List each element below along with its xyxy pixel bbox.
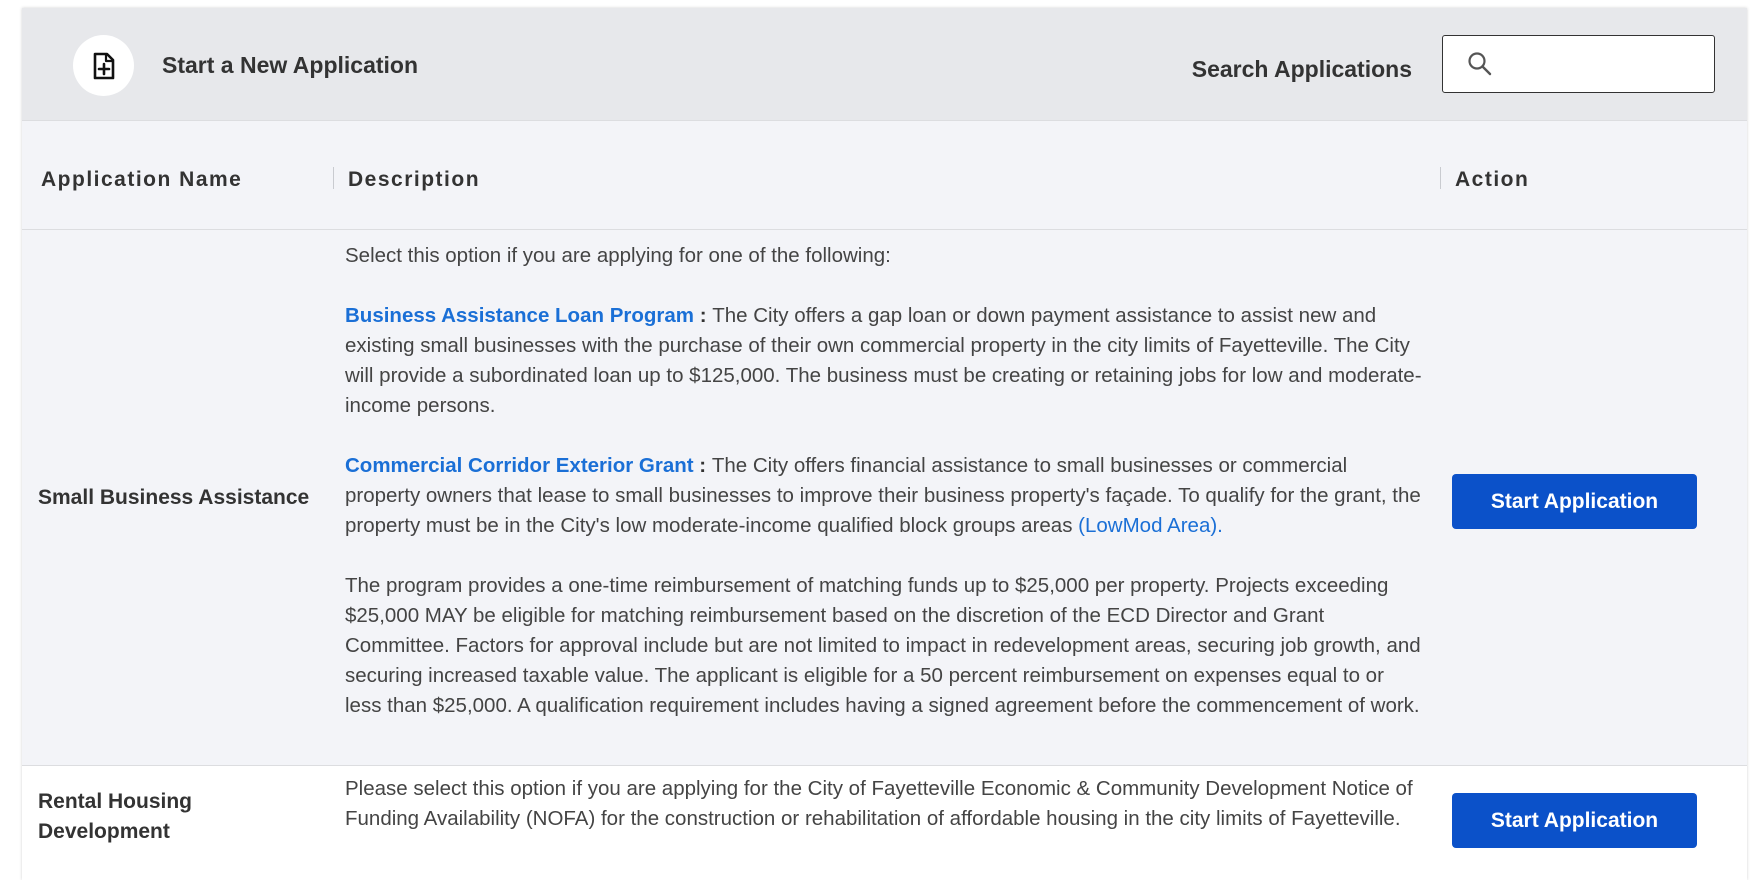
colon-separator: : <box>693 454 712 477</box>
new-application-icon-circle[interactable] <box>73 35 134 96</box>
column-divider[interactable] <box>1440 167 1441 189</box>
table-row: Small Business Assistance Select this op… <box>22 230 1747 766</box>
application-description: Select this option if you are applying f… <box>345 241 1425 721</box>
description-paragraph: Business Assistance Loan Program : The C… <box>345 301 1425 421</box>
description-paragraph: Commercial Corridor Exterior Grant : The… <box>345 451 1425 541</box>
table-row: Rental Housing Development Please select… <box>22 766 1747 880</box>
start-new-application-label[interactable]: Start a New Application <box>162 52 418 79</box>
column-header-description[interactable]: Description <box>348 168 480 192</box>
application-name: Rental Housing Development <box>38 790 193 843</box>
start-new-application-button[interactable]: Start a New Application <box>73 35 418 96</box>
description-text: Please select this option if you are app… <box>345 777 1413 830</box>
search-applications-label: Search Applications <box>1191 56 1412 82</box>
applications-panel: Start a New Application Search Applicati… <box>22 8 1747 880</box>
column-divider[interactable] <box>333 167 334 189</box>
search-box[interactable] <box>1442 35 1715 93</box>
application-name: Small Business Assistance <box>38 486 310 509</box>
table-header: Application Name Description Action <box>22 121 1747 230</box>
start-application-button[interactable]: Start Application <box>1452 793 1697 848</box>
lowmod-area-link[interactable]: (LowMod Area). <box>1078 514 1223 537</box>
business-assistance-loan-program-link[interactable]: Business Assistance Loan Program <box>345 304 694 327</box>
search-input[interactable] <box>1501 43 1705 85</box>
application-description: Please select this option if you are app… <box>345 774 1425 834</box>
commercial-corridor-exterior-grant-link[interactable]: Commercial Corridor Exterior Grant <box>345 454 694 477</box>
file-plus-icon <box>93 52 114 79</box>
start-application-button[interactable]: Start Application <box>1452 474 1697 529</box>
search-icon <box>1467 51 1493 77</box>
toolbar: Start a New Application Search Applicati… <box>22 8 1747 121</box>
column-header-action[interactable]: Action <box>1455 168 1529 192</box>
column-header-application-name[interactable]: Application Name <box>41 168 242 192</box>
description-intro: Select this option if you are applying f… <box>345 244 891 267</box>
grant-program-details: The program provides a one-time reimburs… <box>345 574 1421 717</box>
colon-separator: : <box>694 304 713 327</box>
